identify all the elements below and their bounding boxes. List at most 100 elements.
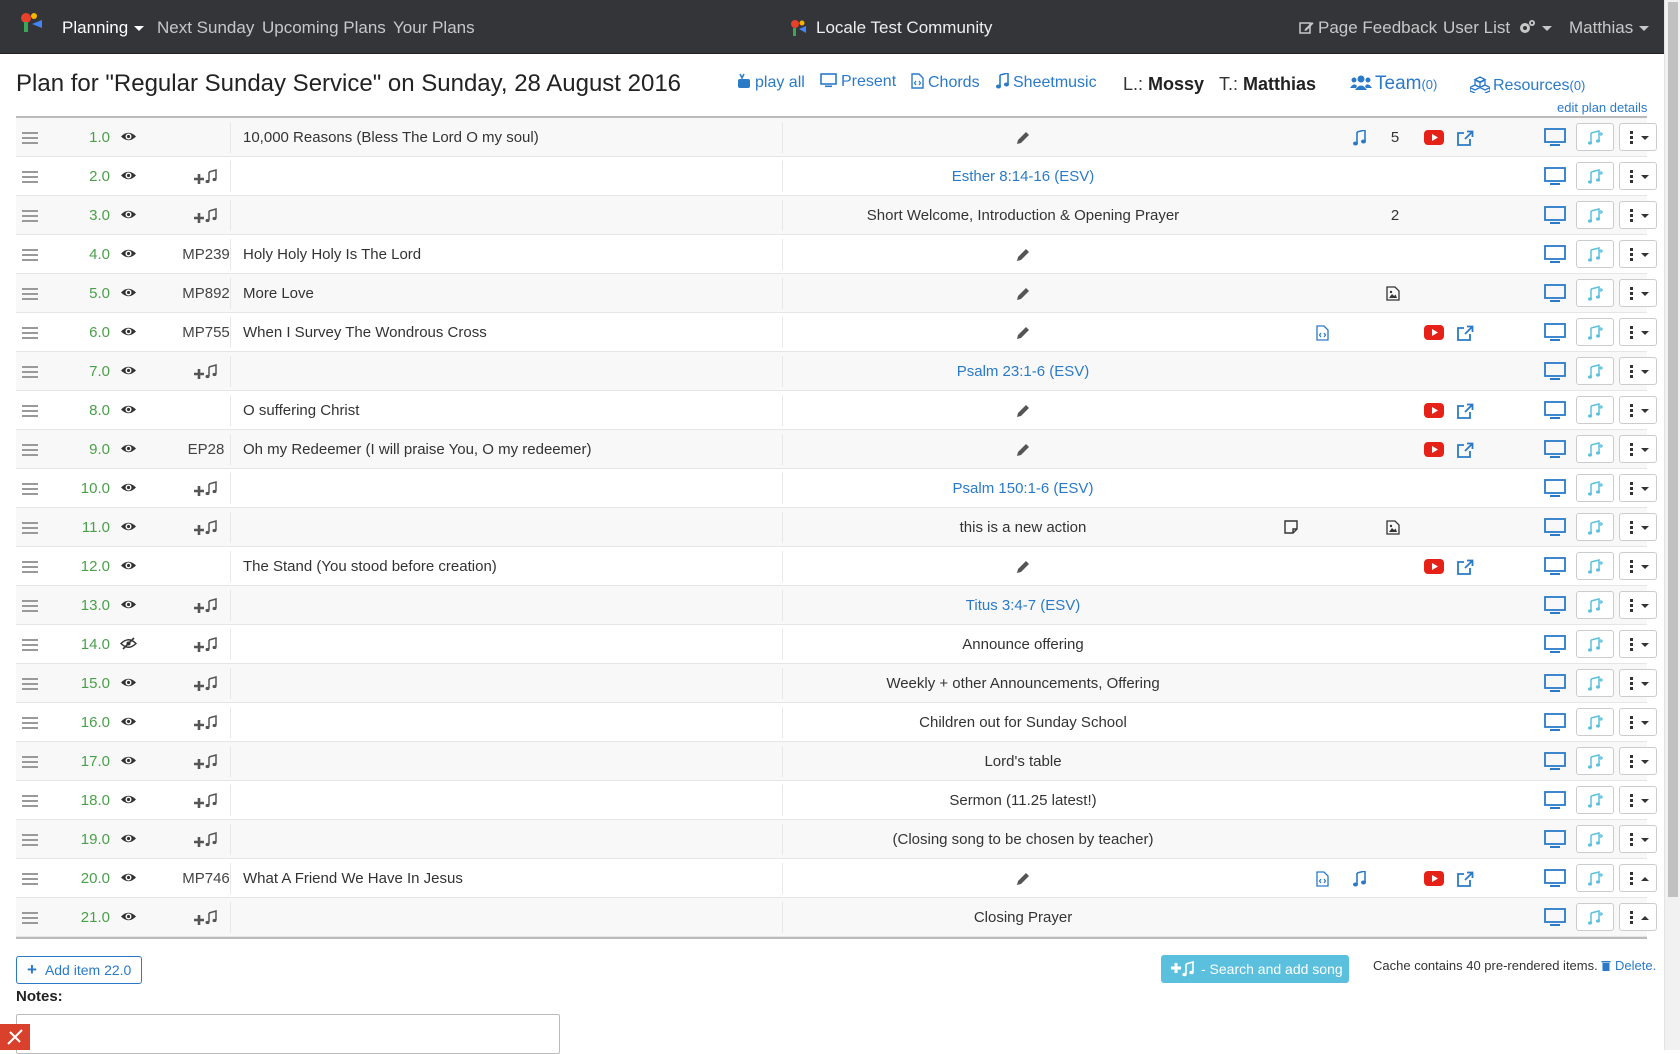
item-comment[interactable]: Weekly + other Announcements, Offering bbox=[790, 664, 1256, 703]
plan-item-row[interactable]: 8.0 O suffering Christ bbox=[16, 391, 1657, 430]
add-song-to-item-button[interactable] bbox=[166, 625, 246, 664]
plan-item-row[interactable]: 18.0 Sermon (11.25 latest!) bbox=[16, 781, 1657, 820]
add-music-button[interactable] bbox=[1576, 747, 1614, 775]
plan-item-row[interactable]: 19.0 (Closing song to be chosen by teache… bbox=[16, 820, 1657, 859]
item-comment[interactable]: (Closing song to be chosen by teacher) bbox=[790, 820, 1256, 859]
nav-planning-dropdown[interactable]: Planning bbox=[62, 18, 145, 38]
item-comment[interactable]: Announce offering bbox=[790, 625, 1256, 664]
drag-handle-icon[interactable] bbox=[22, 859, 38, 898]
visibility-toggle[interactable] bbox=[120, 469, 140, 508]
add-music-button[interactable] bbox=[1576, 474, 1614, 502]
item-actions-dropdown[interactable] bbox=[1619, 903, 1657, 931]
sheetmusic-link[interactable]: Sheetmusic bbox=[995, 71, 1097, 92]
external-link-button[interactable] bbox=[1456, 859, 1476, 898]
item-comment[interactable]: Sermon (11.25 latest!) bbox=[790, 781, 1256, 820]
add-music-button[interactable] bbox=[1576, 357, 1614, 385]
item-sequence-number[interactable]: 16.0 bbox=[66, 703, 110, 742]
drag-handle-icon[interactable] bbox=[22, 547, 38, 586]
add-item-button[interactable]: + Add item 22.0 bbox=[16, 956, 143, 984]
plan-item-row[interactable]: 15.0 Weekly + other Announcements, Offeri… bbox=[16, 664, 1657, 703]
visibility-toggle[interactable] bbox=[120, 274, 140, 313]
drag-handle-icon[interactable] bbox=[22, 664, 38, 703]
item-sequence-number[interactable]: 11.0 bbox=[66, 508, 110, 547]
present-item-button[interactable] bbox=[1544, 664, 1568, 703]
visibility-toggle[interactable] bbox=[120, 508, 140, 547]
item-comment[interactable]: Closing Prayer bbox=[790, 898, 1256, 937]
song-title[interactable] bbox=[243, 157, 783, 196]
plan-item-row[interactable]: 20.0 MP746 What A Friend We Have In Jesus bbox=[16, 859, 1657, 898]
item-actions-dropdown[interactable] bbox=[1619, 630, 1657, 658]
plan-item-row[interactable]: 13.0 Titus 3:4-7 (ESV) bbox=[16, 586, 1657, 625]
edit-comment-button[interactable] bbox=[1016, 274, 1032, 313]
present-item-button[interactable] bbox=[1544, 742, 1568, 781]
sheetmusic-button[interactable] bbox=[1352, 118, 1368, 157]
visibility-toggle[interactable] bbox=[120, 235, 140, 274]
item-comment[interactable]: Titus 3:4-7 (ESV) bbox=[790, 586, 1256, 625]
add-music-button[interactable] bbox=[1576, 162, 1614, 190]
image-file-button[interactable] bbox=[1386, 508, 1402, 547]
add-music-button[interactable] bbox=[1576, 240, 1614, 268]
nav-user-menu[interactable]: Matthias bbox=[1569, 18, 1650, 38]
edit-comment-button[interactable] bbox=[1016, 391, 1032, 430]
plan-item-row[interactable]: 4.0 MP239 Holy Holy Holy Is The Lord bbox=[16, 235, 1657, 274]
song-title[interactable]: 10,000 Reasons (Bless The Lord O my soul… bbox=[243, 118, 783, 157]
drag-handle-icon[interactable] bbox=[22, 352, 38, 391]
add-music-button[interactable] bbox=[1576, 201, 1614, 229]
song-title[interactable] bbox=[243, 703, 783, 742]
song-title[interactable] bbox=[243, 352, 783, 391]
song-title[interactable] bbox=[243, 664, 783, 703]
item-actions-dropdown[interactable] bbox=[1619, 318, 1657, 346]
visibility-toggle[interactable] bbox=[120, 196, 140, 235]
add-song-to-item-button[interactable] bbox=[166, 157, 246, 196]
song-title[interactable] bbox=[243, 781, 783, 820]
song-title[interactable]: The Stand (You stood before creation) bbox=[243, 547, 783, 586]
edit-comment-button[interactable] bbox=[1016, 118, 1032, 157]
item-sequence-number[interactable]: 3.0 bbox=[66, 196, 110, 235]
plan-item-row[interactable]: 12.0 The Stand (You stood before creation… bbox=[16, 547, 1657, 586]
add-music-button[interactable] bbox=[1576, 435, 1614, 463]
plan-item-row[interactable]: 1.0 10,000 Reasons (Bless The Lord O my s… bbox=[16, 118, 1657, 157]
drag-handle-icon[interactable] bbox=[22, 157, 38, 196]
plan-item-row[interactable]: 2.0 Esther 8:14-16 (ESV) bbox=[16, 157, 1657, 196]
add-music-button[interactable] bbox=[1576, 708, 1614, 736]
item-sequence-number[interactable]: 20.0 bbox=[66, 859, 110, 898]
visibility-toggle[interactable] bbox=[120, 313, 140, 352]
visibility-toggle[interactable] bbox=[120, 586, 140, 625]
song-title[interactable]: Holy Holy Holy Is The Lord bbox=[243, 235, 783, 274]
plan-item-row[interactable]: 16.0 Children out for Sunday School bbox=[16, 703, 1657, 742]
present-item-button[interactable] bbox=[1544, 274, 1568, 313]
item-comment[interactable]: Esther 8:14-16 (ESV) bbox=[790, 157, 1256, 196]
item-sequence-number[interactable]: 4.0 bbox=[66, 235, 110, 274]
add-music-button[interactable] bbox=[1576, 669, 1614, 697]
add-music-button[interactable] bbox=[1576, 903, 1614, 931]
present-item-button[interactable] bbox=[1544, 859, 1568, 898]
external-link-button[interactable] bbox=[1456, 391, 1476, 430]
song-title[interactable] bbox=[243, 625, 783, 664]
item-sequence-number[interactable]: 12.0 bbox=[66, 547, 110, 586]
item-comment[interactable]: this is a new action bbox=[790, 508, 1256, 547]
youtube-button[interactable] bbox=[1424, 859, 1446, 898]
plan-item-row[interactable]: 11.0 this is a new action bbox=[16, 508, 1657, 547]
item-sequence-number[interactable]: 21.0 bbox=[66, 898, 110, 937]
add-song-to-item-button[interactable] bbox=[166, 469, 246, 508]
nav-settings-dropdown[interactable] bbox=[1518, 18, 1552, 38]
item-comment[interactable]: Psalm 23:1-6 (ESV) bbox=[790, 352, 1256, 391]
add-song-to-item-button[interactable] bbox=[166, 820, 246, 859]
vertical-scrollbar[interactable] bbox=[1664, 0, 1680, 1050]
drag-handle-icon[interactable] bbox=[22, 313, 38, 352]
add-music-button[interactable] bbox=[1576, 279, 1614, 307]
drag-handle-icon[interactable] bbox=[22, 196, 38, 235]
present-item-button[interactable] bbox=[1544, 352, 1568, 391]
chords-link[interactable]: Chords bbox=[911, 73, 980, 92]
youtube-button[interactable] bbox=[1424, 118, 1446, 157]
add-music-button[interactable] bbox=[1576, 318, 1614, 346]
plan-item-row[interactable]: 17.0 Lord's table bbox=[16, 742, 1657, 781]
item-sequence-number[interactable]: 8.0 bbox=[66, 391, 110, 430]
edit-comment-button[interactable] bbox=[1016, 313, 1032, 352]
add-music-button[interactable] bbox=[1576, 123, 1614, 151]
visibility-toggle[interactable] bbox=[120, 859, 140, 898]
add-song-to-item-button[interactable] bbox=[166, 898, 246, 937]
item-comment[interactable]: Lord's table bbox=[790, 742, 1256, 781]
add-song-to-item-button[interactable] bbox=[166, 703, 246, 742]
edit-comment-button[interactable] bbox=[1016, 430, 1032, 469]
